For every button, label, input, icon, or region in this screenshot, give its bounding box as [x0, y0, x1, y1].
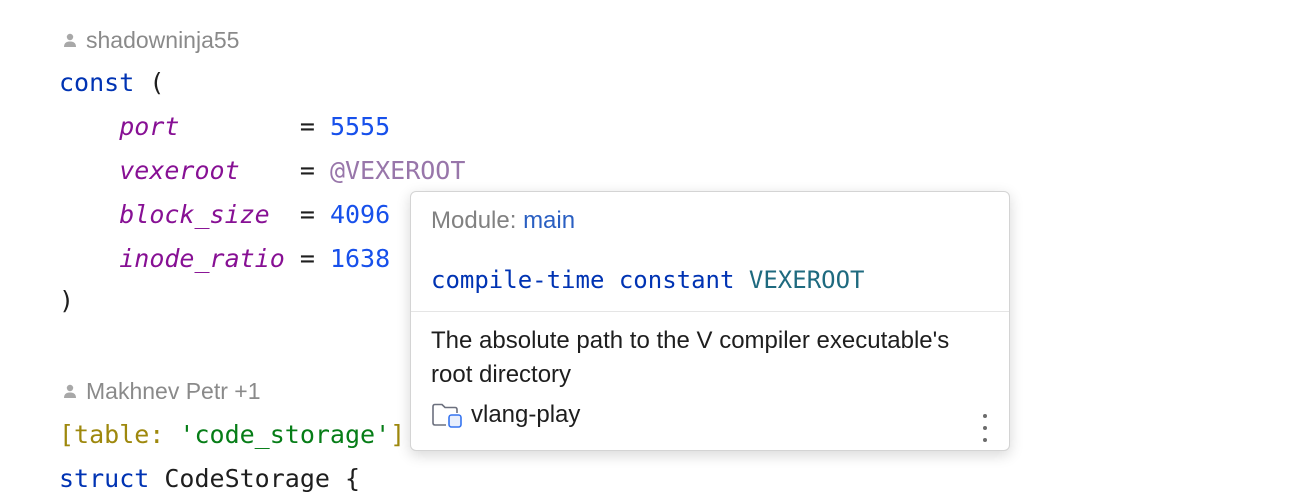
- const-name: block_size: [119, 200, 270, 229]
- struct-name: CodeStorage {: [149, 464, 361, 493]
- const-name: port: [119, 112, 180, 141]
- author-name: Makhnev Petr +1: [86, 377, 261, 404]
- assign: =: [269, 200, 330, 229]
- const-value: 4096: [329, 200, 391, 229]
- project-location: vlang-play: [431, 398, 580, 432]
- code-line-close: ): [59, 284, 74, 318]
- code-author-hint[interactable]: Makhnev Petr +1: [62, 376, 261, 406]
- person-icon: [64, 33, 76, 47]
- module-link[interactable]: main: [523, 207, 575, 234]
- const-value-hovered[interactable]: @VEXEROOT: [330, 156, 465, 185]
- code-author-hint[interactable]: shadowninja55: [62, 25, 239, 55]
- assign: =: [284, 244, 330, 273]
- const-name: vexeroot: [119, 156, 240, 185]
- assign: =: [239, 156, 330, 185]
- const-name: inode_ratio: [119, 244, 285, 273]
- code-line-inode-ratio: inode_ratio = 1638: [59, 242, 390, 276]
- folder-module-icon: [432, 403, 462, 428]
- project-name: vlang-play: [471, 401, 581, 428]
- code-line-struct: struct CodeStorage {: [59, 462, 360, 496]
- attribute-open: [table:: [59, 420, 180, 449]
- close-paren: ): [59, 286, 75, 315]
- author-name: shadowninja55: [86, 26, 240, 53]
- open-paren: (: [134, 68, 165, 97]
- code-line-block-size: block_size = 4096: [59, 198, 390, 232]
- keyword-const: const: [59, 68, 135, 97]
- signature-kind: compile-time constant: [431, 266, 735, 294]
- signature-name: VEXEROOT: [748, 266, 865, 294]
- description: The absolute path to the V compiler exec…: [431, 327, 950, 388]
- code-line-port: port = 5555: [59, 110, 390, 144]
- keyword-struct: struct: [59, 464, 150, 493]
- code-line-const: const (: [59, 66, 164, 100]
- const-value: 1638: [329, 244, 391, 273]
- divider: [411, 311, 1009, 312]
- attribute-string: 'code_storage': [179, 420, 391, 449]
- person-icon: [64, 384, 76, 398]
- more-vertical-icon[interactable]: [975, 414, 995, 442]
- documentation-popup[interactable]: Module: main compile-time constant VEXER…: [410, 191, 1010, 451]
- signature: compile-time constant VEXEROOT: [431, 264, 864, 296]
- module-label: Module:: [431, 207, 524, 234]
- code-line-attribute: [table: 'code_storage']: [59, 418, 405, 452]
- module-line: Module: main: [431, 206, 575, 236]
- const-value: 5555: [329, 112, 391, 141]
- assign: =: [179, 112, 330, 141]
- attribute-close: ]: [390, 420, 406, 449]
- code-line-vexeroot: vexeroot = @VEXEROOT: [59, 154, 465, 188]
